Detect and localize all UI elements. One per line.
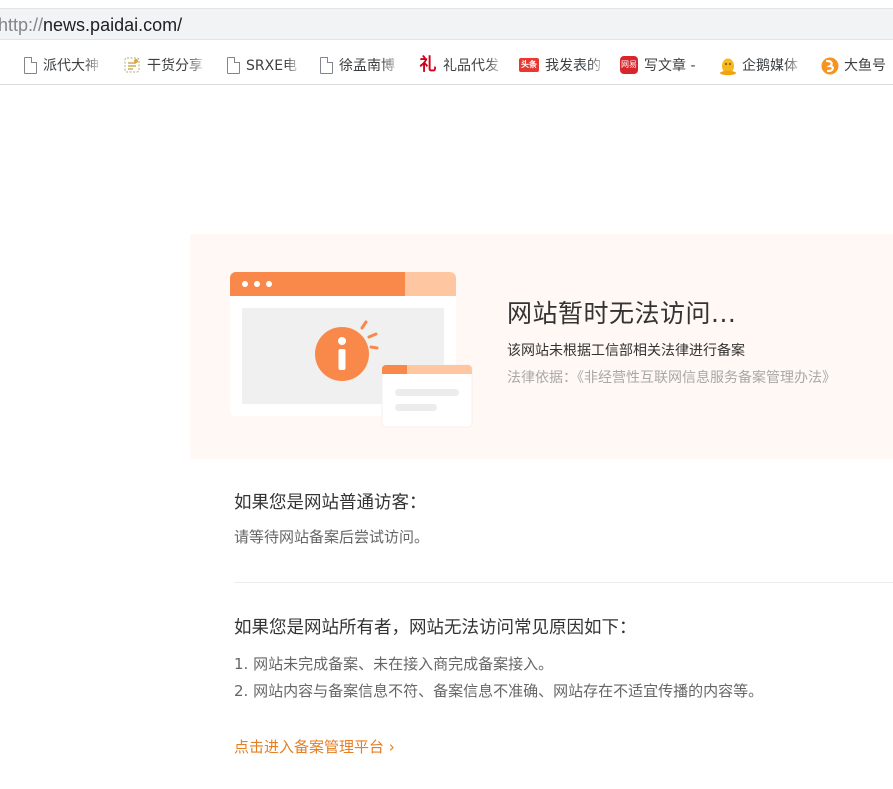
url-text[interactable]: http://news.paidai.com/ <box>0 14 182 36</box>
notice-description: 该网站未根据工信部相关法律进行备案 <box>507 343 745 359</box>
bookmark-label: 我发表的 <box>545 58 601 74</box>
owner-reason-item: 1. 网站未完成备案、未在接入商完成备案接入。 <box>234 655 554 673</box>
dayu-icon <box>820 56 839 75</box>
bookmark-label: SRXE电 <box>246 58 298 74</box>
bookmarks-bar: 派代大神 干货分享 SRXE电 徐孟南博 礼 礼品代发 头条 我发表的 网易 写… <box>0 45 893 85</box>
page-icon <box>320 56 333 74</box>
bookmark-partial-icon <box>0 56 4 74</box>
owner-reason-item: 2. 网站内容与备案信息不符、备案信息不准确、网站存在不适宜传播的内容等。 <box>234 682 764 700</box>
section-divider <box>234 582 893 583</box>
url-scheme: http:// <box>0 15 44 35</box>
bookmark-label: 干货分享 <box>147 58 203 74</box>
bookmark-item[interactable]: 头条 我发表的 <box>519 54 607 76</box>
bookmark-label: 礼品代发 <box>443 58 499 74</box>
bookmark-item[interactable]: 大鱼号 <box>820 54 893 76</box>
address-bar-area: http://news.paidai.com/ <box>0 0 893 45</box>
li-gift-icon: 礼 <box>419 55 437 75</box>
visitor-section-title: 如果您是网站普通访客： <box>234 493 427 513</box>
document-icon <box>123 56 141 74</box>
bookmark-label: 派代大神 <box>43 58 99 74</box>
address-field[interactable]: http://news.paidai.com/ <box>0 8 893 40</box>
notice-title: 网站暂时无法访问... <box>507 299 737 328</box>
bookmark-item[interactable]: 派代大神 <box>22 54 106 76</box>
record-platform-link[interactable]: 点击进入备案管理平台 › <box>234 736 395 757</box>
bookmark-item[interactable]: SRXE电 <box>225 54 303 76</box>
toutiao-icon: 头条 <box>519 58 539 72</box>
owner-section-title: 如果您是网站所有者，网站无法访问常见原因如下： <box>234 618 637 638</box>
write-article-icon: 网易 <box>620 56 638 74</box>
notice-banner: 网站暂时无法访问... 该网站未根据工信部相关法律进行备案 法律依据：《非经营性… <box>190 234 893 459</box>
bookmark-label: 徐孟南博 <box>339 58 395 74</box>
page-icon <box>227 56 240 74</box>
bookmark-item[interactable]: 徐孟南博 <box>318 54 404 76</box>
browser-window-illustration <box>230 272 473 428</box>
bookmark-label: 写文章 - <box>644 58 696 74</box>
bookmark-item[interactable]: 干货分享 <box>123 54 209 76</box>
bookmark-label: 企鹅媒体 <box>742 58 798 74</box>
penguin-icon <box>718 56 736 76</box>
info-illustration <box>230 272 480 432</box>
notice-law-basis: 法律依据：《非经营性互联网信息服务备案管理办法》 <box>507 370 836 386</box>
visitor-section-text: 请等待网站备案后尝试访问。 <box>234 528 430 546</box>
bookmark-item[interactable]: 礼 礼品代发 <box>419 54 507 76</box>
bookmark-label: 大鱼号 <box>844 58 886 74</box>
page-icon <box>24 56 37 74</box>
url-host: news.paidai.com/ <box>43 15 183 35</box>
bookmark-item[interactable]: 网易 写文章 - <box>620 54 710 76</box>
bookmark-item[interactable]: 企鹅媒体 <box>718 54 806 76</box>
bookmark-partial[interactable] <box>0 54 6 76</box>
